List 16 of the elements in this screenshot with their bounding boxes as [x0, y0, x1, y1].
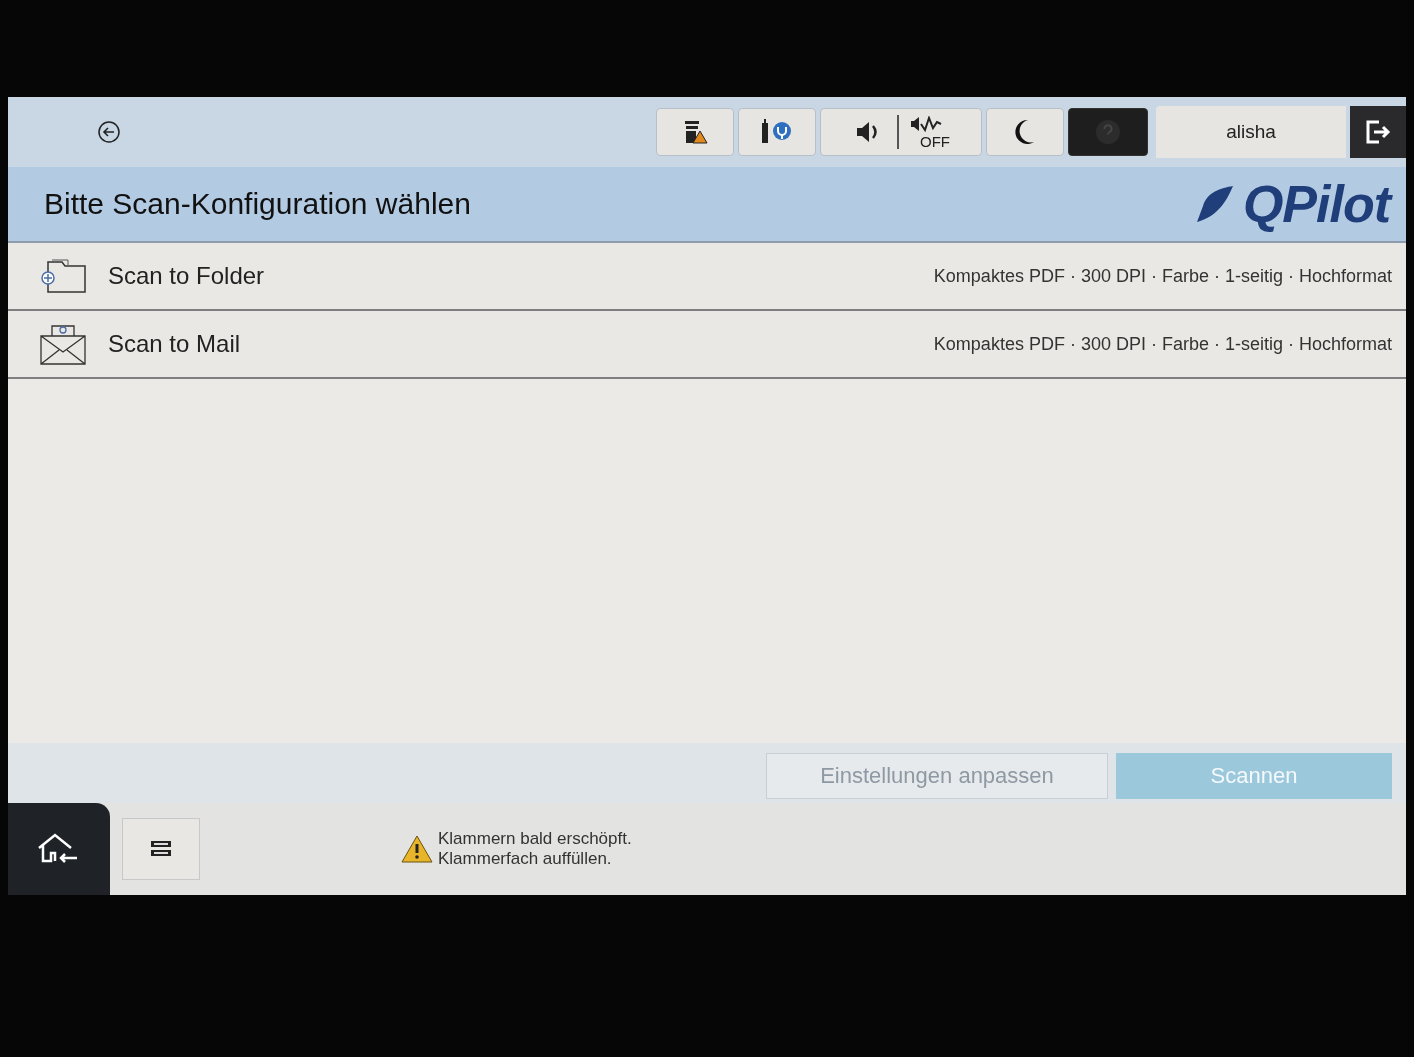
logout-button[interactable]	[1350, 106, 1406, 158]
stack-icon	[149, 839, 173, 859]
job-status-button[interactable]	[122, 818, 200, 880]
warning-icon	[400, 834, 434, 864]
envelope-icon	[38, 322, 88, 366]
notification-text: Klammern bald erschöpft.	[438, 829, 632, 849]
user-name: alisha	[1226, 121, 1276, 143]
folder-icon	[38, 256, 88, 296]
page-title: Bitte Scan-Konfiguration wählen	[44, 187, 471, 221]
sound-off-button[interactable]: OFF	[909, 115, 951, 149]
staple-warning-button[interactable]	[656, 108, 734, 156]
sleep-button[interactable]	[986, 108, 1064, 156]
question-icon	[1095, 119, 1121, 145]
device-info-button[interactable]	[738, 108, 816, 156]
notification-text: Klammerfach auffüllen.	[438, 849, 613, 869]
home-button[interactable]	[8, 803, 110, 895]
